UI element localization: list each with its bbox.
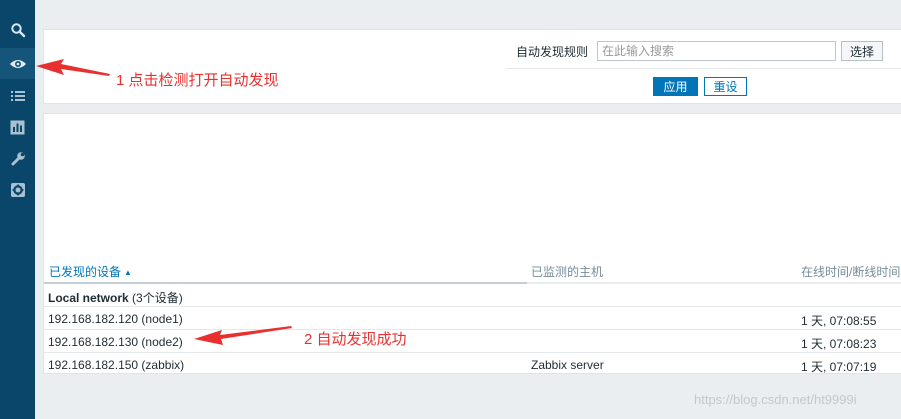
reset-button[interactable]: 重设 <box>704 77 747 96</box>
table-row: 192.168.182.130 (node2) 1 天, 07:08:23 <box>44 330 901 353</box>
list-icon <box>10 90 25 101</box>
uptime-cell: 1 天, 07:08:55 <box>801 314 877 328</box>
group-device-count: (3个设备) <box>132 291 183 305</box>
discovery-rule-search-input[interactable] <box>597 41 836 61</box>
chart-icon <box>10 120 25 135</box>
search-icon <box>10 22 25 37</box>
sidebar <box>0 0 35 419</box>
discovery-table: 已发现的设备 ▲ 已监测的主机 在线时间/断线时间 Local network (… <box>43 113 901 374</box>
sidebar-item-search[interactable] <box>0 14 35 45</box>
discovery-rule-label: 自动发现规则 <box>516 45 589 59</box>
device-cell: 192.168.182.150 (zabbix) <box>48 358 185 372</box>
annotation-step1: 1 点击检测打开自动发现 <box>116 72 279 89</box>
sidebar-item-administration[interactable] <box>0 174 35 205</box>
uptime-cell: 1 天, 07:07:19 <box>801 360 877 374</box>
device-cell: 192.168.182.130 (node2) <box>48 335 183 349</box>
sidebar-item-monitoring[interactable] <box>0 48 35 79</box>
annotation-arrow <box>36 59 110 76</box>
apply-button[interactable]: 应用 <box>653 77 698 96</box>
gear-icon <box>10 182 25 197</box>
filter-divider <box>506 68 901 69</box>
eye-icon <box>9 59 26 68</box>
wrench-icon <box>11 151 25 165</box>
sidebar-item-configuration[interactable] <box>0 143 35 174</box>
column-header-discovered-devices[interactable]: 已发现的设备 ▲ <box>49 263 132 280</box>
group-row: Local network (3个设备) <box>44 284 901 307</box>
column-header-monitored-host: 已监测的主机 <box>531 265 604 279</box>
select-button[interactable]: 选择 <box>841 41 883 61</box>
device-cell: 192.168.182.120 (node1) <box>48 312 183 326</box>
annotation-step2: 2 自动发现成功 <box>304 331 407 348</box>
host-cell[interactable]: Zabbix server <box>531 358 604 372</box>
sort-asc-icon: ▲ <box>124 268 132 277</box>
sidebar-item-inventory[interactable] <box>0 80 35 111</box>
column-header-uptime-downtime: 在线时间/断线时间 <box>801 265 901 279</box>
table-row: 192.168.182.120 (node1) 1 天, 07:08:55 <box>44 307 901 330</box>
watermark: https://blog.csdn.net/ht9999i <box>694 392 857 407</box>
filter-panel: 自动发现规则 选择 应用 重设 <box>43 29 901 104</box>
group-name: Local network <box>48 291 129 305</box>
annotation-arrow <box>194 326 292 345</box>
uptime-cell: 1 天, 07:08:23 <box>801 337 877 351</box>
sidebar-item-reports[interactable] <box>0 112 35 143</box>
table-row: 192.168.182.150 (zabbix) Zabbix server 1… <box>44 353 901 376</box>
